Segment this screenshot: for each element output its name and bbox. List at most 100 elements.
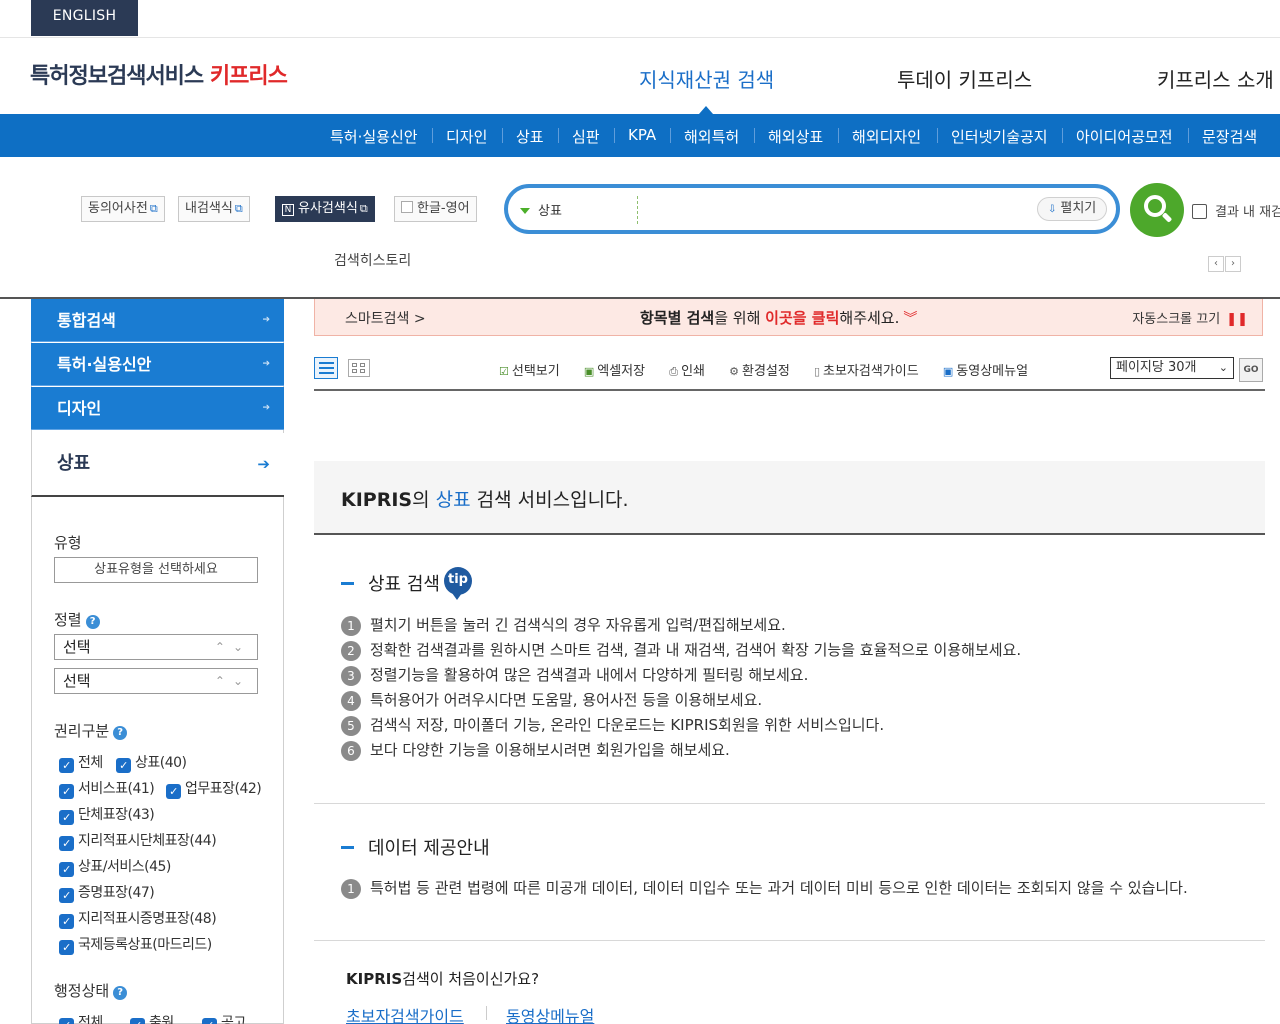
status-check-all[interactable]: ✓ 전체: [59, 1012, 103, 1024]
site-logo[interactable]: 특허정보검색서비스 키프리스: [30, 58, 288, 90]
english-button[interactable]: ENGLISH: [31, 0, 138, 36]
checkbox-checked-icon[interactable]: ✓: [59, 784, 74, 799]
tip-text: 펼치기 버튼을 눌러 긴 검색식의 경우 자유롭게 입력/편집해보세요.: [370, 616, 786, 634]
my-query-button[interactable]: 내검색식 ⧉: [178, 196, 250, 222]
msg-bold: 항목별 검색: [640, 309, 715, 327]
check-madrid-mark[interactable]: ✓ 국제등록상표(마드리드): [59, 934, 212, 955]
help-icon[interactable]: ?: [113, 726, 128, 740]
beginner-guide-bottom-link[interactable]: 초보자검색가이드: [346, 1003, 464, 1024]
checkbox-checked-icon[interactable]: ✓: [59, 758, 74, 773]
checkbox-checked-icon[interactable]: ✓: [202, 1018, 217, 1024]
intro-p1: 의: [412, 489, 436, 511]
chevron-right-icon[interactable]: ›: [1225, 256, 1241, 272]
sidebar-item-design[interactable]: 디자인 ➔: [31, 387, 284, 430]
check-service-mark[interactable]: ✓ 서비스표(41): [59, 778, 155, 799]
utility-bar: ENGLISH: [0, 0, 1280, 38]
korean-english-toggle[interactable]: 한글-영어: [394, 196, 477, 222]
nav-about-kipris[interactable]: 키프리스 소개: [1157, 64, 1274, 93]
number-badge: 1: [341, 616, 361, 636]
subnav-sentence-search[interactable]: 문장검색: [1202, 126, 1257, 147]
first-time-question: KIPRIS검색이 처음이신가요?: [346, 968, 539, 989]
check-trademark-service[interactable]: ✓ 상표/서비스(45): [59, 856, 171, 877]
check-geo-certification-mark[interactable]: ✓ 지리적표시증명표장(48): [59, 908, 217, 929]
subnav-separator: [1188, 128, 1189, 143]
check-certification-mark[interactable]: ✓ 증명표장(47): [59, 882, 155, 903]
trademark-type-select[interactable]: 상표유형을 선택하세요: [54, 557, 258, 583]
beginner-guide-link[interactable]: ▯ 초보자검색가이드: [814, 364, 929, 379]
check-collective-mark[interactable]: ✓ 단체표장(43): [59, 804, 155, 825]
go-button[interactable]: GO: [1239, 358, 1263, 382]
sort-select-1[interactable]: 선택 ⌃⌄: [54, 634, 258, 660]
checkbox-checked-icon[interactable]: ✓: [59, 940, 74, 955]
list-view-icon[interactable]: [314, 357, 338, 379]
similar-query-button[interactable]: N 유사검색식 ⧉: [275, 196, 375, 222]
video-manual-bottom-link[interactable]: 동영상메뉴얼: [506, 1003, 594, 1024]
select-view-label: 선택보기: [511, 364, 560, 379]
excel-save-link[interactable]: ▣ 엑셀저장: [584, 364, 655, 379]
settings-link[interactable]: ⚙ 환경설정: [729, 364, 800, 379]
number-badge: 3: [341, 666, 361, 686]
synonym-dictionary-button[interactable]: 동의어사전 ⧉: [81, 196, 165, 222]
select-view-link[interactable]: ☑ 선택보기: [499, 364, 570, 379]
search-category-select[interactable]: 상표: [520, 200, 562, 219]
history-pager: ‹ ›: [1208, 251, 1242, 272]
smart-search-bar[interactable]: 스마트검색 > 항목별 검색을 위해 이곳을 클릭해주세요. ︾ 자동스크롤 끄기…: [314, 299, 1263, 336]
chevron-left-icon[interactable]: ‹: [1208, 256, 1224, 272]
subnav-foreign-patent[interactable]: 해외특허: [684, 126, 739, 147]
checkbox-checked-icon[interactable]: ✓: [59, 1018, 74, 1024]
subnav-foreign-design[interactable]: 해외디자인: [852, 126, 921, 147]
intro-title: KIPRIS의 상표 검색 서비스입니다.: [341, 485, 629, 512]
sort-select-value: 선택: [63, 638, 91, 656]
sidebar-item-patent[interactable]: 특허·실용신안 ➔: [31, 343, 284, 386]
search-within-results[interactable]: 결과 내 재검색: [1192, 201, 1280, 220]
rights-label-row: 권리구분?: [54, 720, 128, 741]
subnav-foreign-trademark[interactable]: 해외상표: [768, 126, 823, 147]
checkbox-checked-icon[interactable]: ✓: [130, 1018, 145, 1024]
checkbox-checked-icon[interactable]: ✓: [59, 810, 74, 825]
help-icon[interactable]: ?: [85, 615, 100, 629]
sort-select-2[interactable]: 선택 ⌃⌄: [54, 668, 258, 694]
status-check-filed[interactable]: ✓ 출원: [130, 1012, 174, 1024]
checkbox-checked-icon[interactable]: ✓: [59, 862, 74, 877]
section-dash: [341, 582, 354, 585]
grid-view-icon[interactable]: [348, 359, 370, 377]
video-manual-link[interactable]: ▣ 동영상메뉴얼: [943, 364, 1038, 379]
search-submit-button[interactable]: [1130, 183, 1184, 237]
per-page-select[interactable]: 페이지당 30개 ⌄: [1110, 357, 1234, 379]
smart-search-message[interactable]: 항목별 검색을 위해 이곳을 클릭해주세요. ︾: [640, 307, 917, 328]
subnav-kpa[interactable]: KPA: [628, 126, 656, 144]
check-trademark[interactable]: ✓ 상표(40): [116, 752, 187, 773]
check-geo-collective-mark[interactable]: ✓ 지리적표시단체표장(44): [59, 830, 217, 851]
subnav-patent[interactable]: 특허·실용신안: [330, 126, 418, 147]
nav-today-kipris[interactable]: 투데이 키프리스: [897, 64, 1032, 93]
checkbox-checked-icon[interactable]: ✓: [59, 888, 74, 903]
checkbox-checked-icon[interactable]: ✓: [59, 914, 74, 929]
subnav-idea-contest[interactable]: 아이디어공모전: [1076, 126, 1173, 147]
arrow-right-icon: ➔: [257, 455, 270, 473]
search-input[interactable]: [648, 196, 1028, 224]
subnav-tech-notice[interactable]: 인터넷기술공지: [951, 126, 1048, 147]
smart-search-label[interactable]: 스마트검색 >: [345, 308, 426, 328]
status-check-published[interactable]: ✓ 공고: [202, 1012, 246, 1024]
subnav-design[interactable]: 디자인: [446, 126, 487, 147]
expand-button[interactable]: ⇩ 펼치기: [1037, 197, 1108, 221]
subnav-trademark[interactable]: 상표: [516, 126, 544, 147]
nav-ip-search[interactable]: 지식재산권 검색: [639, 64, 774, 93]
checkbox-checked-icon[interactable]: ✓: [166, 784, 181, 799]
checkbox-checked-icon[interactable]: ✓: [116, 758, 131, 773]
print-link[interactable]: ⎙ 인쇄: [669, 364, 715, 379]
sidebar-item-trademark[interactable]: 상표 ➔: [31, 433, 284, 497]
msg-end: 해주세요.: [839, 309, 900, 327]
popup-icon: ⧉: [149, 202, 158, 215]
help-icon[interactable]: ?: [113, 986, 128, 1000]
checkbox-icon[interactable]: [1192, 204, 1207, 219]
search-history-link[interactable]: 검색히스토리: [334, 250, 411, 270]
auto-scroll-toggle[interactable]: 자동스크롤 끄기 ❚❚: [1132, 308, 1248, 327]
check-business-mark[interactable]: ✓ 업무표장(42): [166, 778, 262, 799]
sidebar-item-integrated[interactable]: 통합검색 ➔: [31, 299, 284, 342]
chevron-up-down-icon: ⌃⌄: [214, 640, 251, 654]
checkbox-checked-icon[interactable]: ✓: [59, 836, 74, 851]
check-all[interactable]: ✓ 전체: [59, 752, 103, 773]
search-category-label: 상표: [538, 204, 562, 219]
subnav-trial[interactable]: 심판: [572, 126, 600, 147]
